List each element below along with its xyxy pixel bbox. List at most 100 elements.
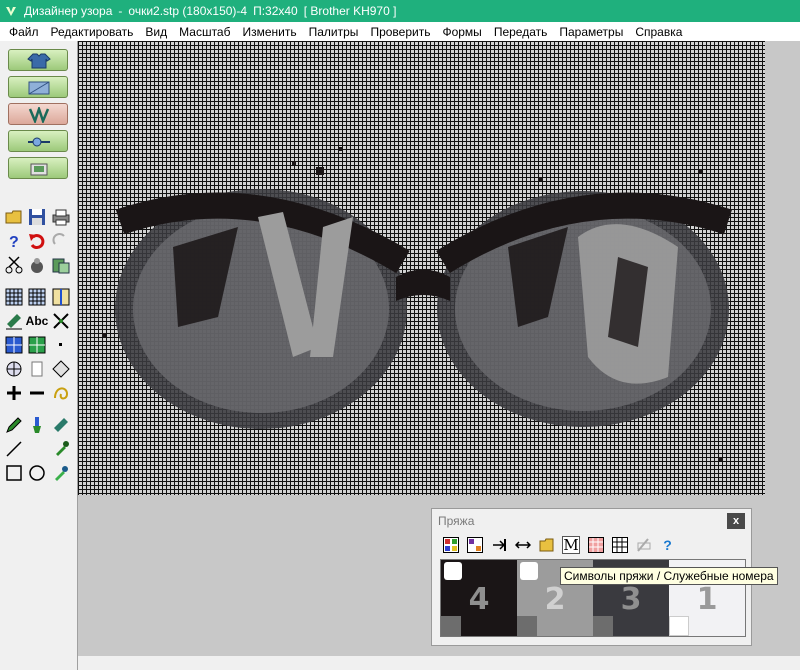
eraser-tool-2[interactable] [51, 415, 71, 435]
yarn-color-table-button[interactable] [466, 537, 483, 554]
grid-tool-icon [5, 288, 23, 306]
circle-tool[interactable] [27, 463, 47, 483]
sweater-button[interactable] [8, 49, 68, 71]
grid-tool-2[interactable] [27, 287, 47, 307]
knit-stitch-button[interactable] [8, 103, 68, 125]
grid-5-icon [28, 336, 46, 354]
shape-tool[interactable] [51, 359, 71, 379]
line-tool[interactable] [4, 439, 24, 459]
minus-icon [30, 391, 44, 395]
yarn-service-marker [517, 616, 537, 636]
copy-tool[interactable] [27, 255, 47, 275]
dot-icon [59, 343, 62, 346]
menu-modify[interactable]: Изменить [237, 25, 303, 39]
menu-help[interactable]: Справка [630, 25, 689, 39]
yarn-panel-titlebar[interactable]: Пряжа x [432, 509, 751, 533]
transfer-icon [28, 137, 50, 147]
grid-tool-1[interactable] [4, 287, 24, 307]
menu-transfer[interactable]: Передать [489, 25, 555, 39]
open-folder-tool[interactable] [4, 207, 24, 227]
rect-tool[interactable] [4, 463, 24, 483]
file-name: очки2.stp (180x150)-4 [128, 4, 248, 18]
yarn-swatch-marker [444, 562, 462, 580]
move-arrows-tool[interactable] [4, 359, 24, 379]
fill-tool[interactable] [27, 439, 47, 459]
knot-tool[interactable] [51, 383, 71, 403]
grid-tool-3-icon [52, 288, 70, 306]
sweater-icon [27, 53, 51, 69]
left-toolbar: ? Abc [0, 41, 78, 670]
cut-tool[interactable] [4, 255, 24, 275]
brush-tool[interactable] [27, 415, 47, 435]
menu-check[interactable]: Проверить [365, 25, 437, 39]
dropper-tool[interactable] [51, 463, 71, 483]
color-table-icon [466, 537, 483, 553]
menu-shapes[interactable]: Формы [437, 25, 488, 39]
menu-view[interactable]: Вид [140, 25, 174, 39]
color-grid-icon [587, 537, 604, 553]
grid-header-rows [78, 41, 765, 57]
grid-tool-2-icon [28, 288, 46, 306]
eyedropper-icon [56, 441, 69, 456]
yarn-symbols-button[interactable]: M [562, 536, 580, 554]
yarn-number: 3 [620, 582, 642, 617]
pitch-info: П:32x40 [253, 4, 298, 18]
grid-4-icon [5, 336, 23, 354]
save-icon [29, 209, 45, 225]
circle-tool-icon [29, 465, 45, 481]
menu-bar: Файл Редактировать Вид Масштаб Изменить … [0, 22, 800, 41]
minus-tool[interactable] [27, 383, 47, 403]
grid-tool-3[interactable] [51, 287, 71, 307]
eraser-tool[interactable] [4, 311, 24, 331]
mirror-tool[interactable] [27, 359, 47, 379]
yarn-grid-button[interactable] [611, 537, 628, 554]
fill-icon [28, 440, 46, 458]
plus-tool[interactable] [4, 383, 24, 403]
yarn-swatch-4[interactable]: 4 [441, 560, 517, 636]
menu-zoom[interactable]: Масштаб [174, 25, 237, 39]
yarn-palette-button[interactable] [442, 537, 459, 554]
eraser-2-icon [54, 418, 68, 432]
redo-icon [52, 233, 65, 245]
move-arrows-icon [6, 361, 22, 377]
machine-info: [ Brother KH970 ] [303, 4, 397, 18]
open-folder-icon [539, 538, 553, 552]
menu-palettes[interactable]: Палитры [304, 25, 366, 39]
transfer-button[interactable] [8, 130, 68, 152]
yarn-help-button[interactable]: ? [659, 537, 676, 554]
menu-file[interactable]: Файл [4, 25, 46, 39]
menu-edit[interactable]: Редактировать [46, 25, 141, 39]
menu-settings[interactable]: Параметры [554, 25, 630, 39]
text-tool[interactable]: Abc [26, 311, 49, 331]
eyedropper-tool[interactable] [51, 439, 71, 459]
app-logo-icon [6, 7, 16, 16]
knot-icon [54, 387, 69, 400]
yarn-swap-button[interactable] [514, 537, 531, 554]
help-tool[interactable]: ? [4, 231, 24, 251]
shrink-tool[interactable] [51, 311, 71, 331]
shape-icon [52, 360, 70, 378]
yarn-open-button[interactable] [538, 537, 555, 554]
grid-tool-4[interactable] [4, 335, 24, 355]
pencil-icon [6, 417, 22, 433]
printer-preview-button[interactable] [8, 157, 68, 179]
yarn-color-grid-button[interactable] [587, 537, 604, 554]
print-tool[interactable] [51, 207, 71, 227]
dot-tool[interactable] [51, 335, 71, 355]
save-tool[interactable] [27, 207, 47, 227]
yarn-close-button[interactable]: x [727, 513, 745, 529]
help-icon: ? [9, 234, 19, 250]
yarn-number: 1 [696, 582, 718, 617]
knit-stitch-icon [28, 107, 50, 123]
undo-tool[interactable] [27, 231, 47, 251]
grid-tool-5[interactable] [27, 335, 47, 355]
yarn-panel-title: Пряжа [438, 514, 475, 528]
plus-icon [7, 386, 21, 400]
stitch-grid[interactable] [78, 57, 765, 495]
rect-tool-icon [6, 465, 22, 481]
pencil-tool[interactable] [4, 415, 24, 435]
redo-tool[interactable] [51, 231, 71, 251]
pattern-view-button[interactable] [8, 76, 68, 98]
paste-tool[interactable] [51, 255, 71, 275]
yarn-import-button[interactable] [490, 537, 507, 554]
